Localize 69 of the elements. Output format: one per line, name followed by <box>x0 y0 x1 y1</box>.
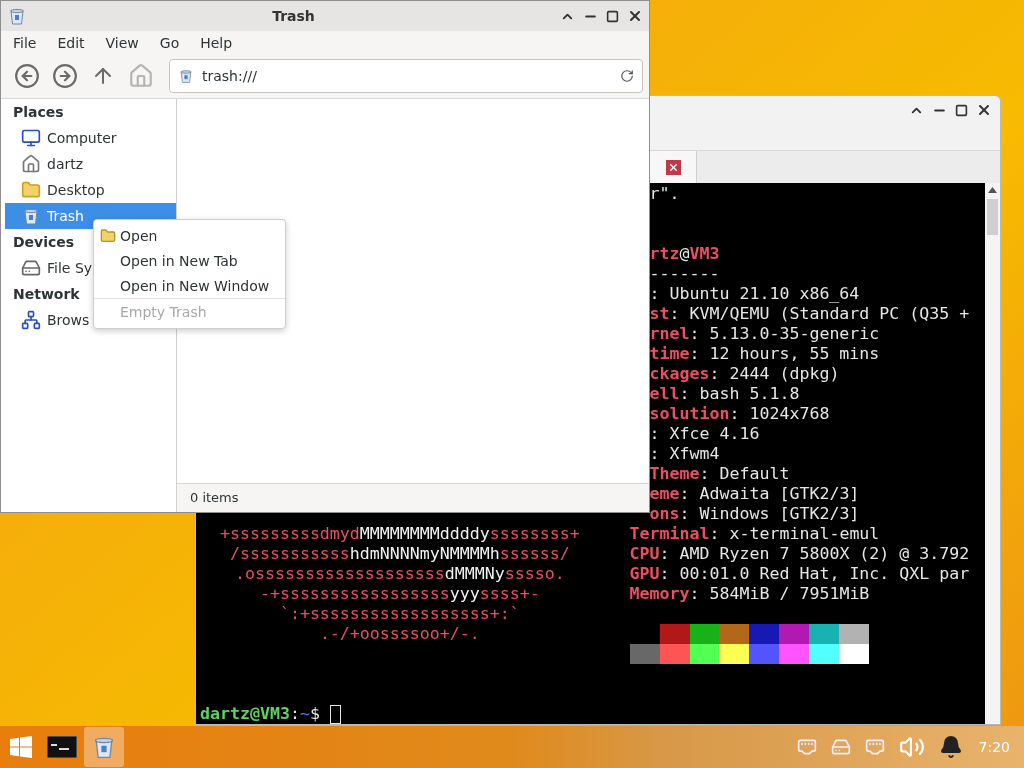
home-icon <box>128 63 154 89</box>
terminal-line: ckages: 2444 (dpkg) <box>649 364 840 384</box>
window-trash-icon <box>7 6 27 26</box>
terminal-line: ell: bash 5.1.8 <box>649 384 800 404</box>
network-icon <box>21 310 41 330</box>
terminal-icon <box>47 736 77 758</box>
forward-icon <box>52 63 78 89</box>
folder-icon <box>100 227 116 244</box>
tab-close-button[interactable] <box>666 159 681 175</box>
terminal-line: Memory: 584MiB / 7951MiB <box>629 584 870 604</box>
terminal-tab[interactable] <box>650 151 697 183</box>
terminal-line: st: KVM/QEMU (Standard PC (Q35 + <box>649 304 970 324</box>
notification-icon[interactable] <box>938 735 963 759</box>
ascii-art-line: /ssssssssssshdmNNNNmyNMMMMhssssss/ <box>229 544 570 563</box>
computer-icon <box>21 128 41 148</box>
ascii-art-line: `:+ssssssssssssssssss+:` <box>279 604 520 623</box>
terminal-line: Theme: Default <box>649 464 790 484</box>
sidebar-item[interactable]: Computer <box>5 125 176 151</box>
reload-icon[interactable] <box>620 69 634 83</box>
menu-item[interactable]: View <box>93 34 148 51</box>
ascii-art-line: .-/+oossssoo+/-. <box>319 624 480 643</box>
scroll-up-icon[interactable] <box>988 187 997 193</box>
sidebar-heading: Network <box>13 285 80 304</box>
close-icon <box>668 161 679 173</box>
terminal-line: ------- <box>649 264 720 284</box>
maximize-icon[interactable] <box>606 9 619 23</box>
terminal-line: rtz@VM3 <box>649 244 720 264</box>
ascii-art-line: +sssssssssdmydMMMMMMMMddddyssssssss+ <box>219 524 580 543</box>
scrollbar-thumb[interactable] <box>987 199 998 235</box>
home-icon <box>21 154 41 174</box>
terminal-line: : Ubuntu 21.10 x86_64 <box>649 284 860 304</box>
menu-item[interactable]: File <box>1 34 46 51</box>
context-menu-item[interactable]: Open in New Tab <box>94 248 285 273</box>
terminal-line: solution: 1024x768 <box>649 404 830 424</box>
terminal-line: r". <box>649 184 680 204</box>
location-bar[interactable]: trash:/// <box>169 59 643 93</box>
drive-icon <box>21 258 41 278</box>
close-icon[interactable] <box>627 8 643 24</box>
close-icon[interactable] <box>976 102 992 118</box>
ascii-art-line: .osssssssssssssssssssdMMMNysssso. <box>234 564 565 583</box>
sidebar-heading: Devices <box>13 233 75 252</box>
folder-icon <box>21 180 41 200</box>
window-title: Trash <box>271 8 316 24</box>
sidebar-item[interactable]: Desktop <box>5 177 176 203</box>
terminal-line: CPU: AMD Ryzen 7 5800X (2) @ 3.792 <box>629 544 970 564</box>
terminal-line: : Xfce 4.16 <box>649 424 760 444</box>
sidebar-item[interactable]: dartz <box>5 151 176 177</box>
context-menu-item[interactable]: Open in New Window <box>94 273 285 298</box>
start-menu-icon[interactable] <box>10 736 32 758</box>
terminal-line: GPU: 00:01.0 Red Hat, Inc. QXL par <box>629 564 970 584</box>
terminal-line: Terminal: x-terminal-emul <box>629 524 880 544</box>
trash-task-button[interactable] <box>84 727 124 767</box>
status-bar: 0 items <box>177 483 649 512</box>
back-icon <box>14 63 40 89</box>
maximize-icon[interactable] <box>955 103 968 117</box>
location-field[interactable]: trash:/// <box>202 68 612 84</box>
menu-item[interactable]: Edit <box>45 34 94 51</box>
ascii-art-line: -+sssssssssssssssssyyyssss+- <box>259 584 540 603</box>
terminal-line: : Xfwm4 <box>649 444 720 464</box>
menu-item[interactable]: Help <box>188 34 242 51</box>
trash-icon <box>178 68 194 84</box>
terminal-line: rnel: 5.13.0-35-generic <box>649 324 880 344</box>
terminal-prompt: dartz@VM3:~$ <box>200 704 320 724</box>
menu-item[interactable]: Go <box>147 34 189 51</box>
terminal-line: ons: Windows [GTK2/3] <box>649 504 860 524</box>
trash-icon <box>21 206 41 226</box>
terminal-line: eme: Adwaita [GTK2/3] <box>649 484 860 504</box>
sidebar-heading: Places <box>13 103 64 122</box>
terminal-line: time: 12 hours, 55 mins <box>649 344 880 364</box>
